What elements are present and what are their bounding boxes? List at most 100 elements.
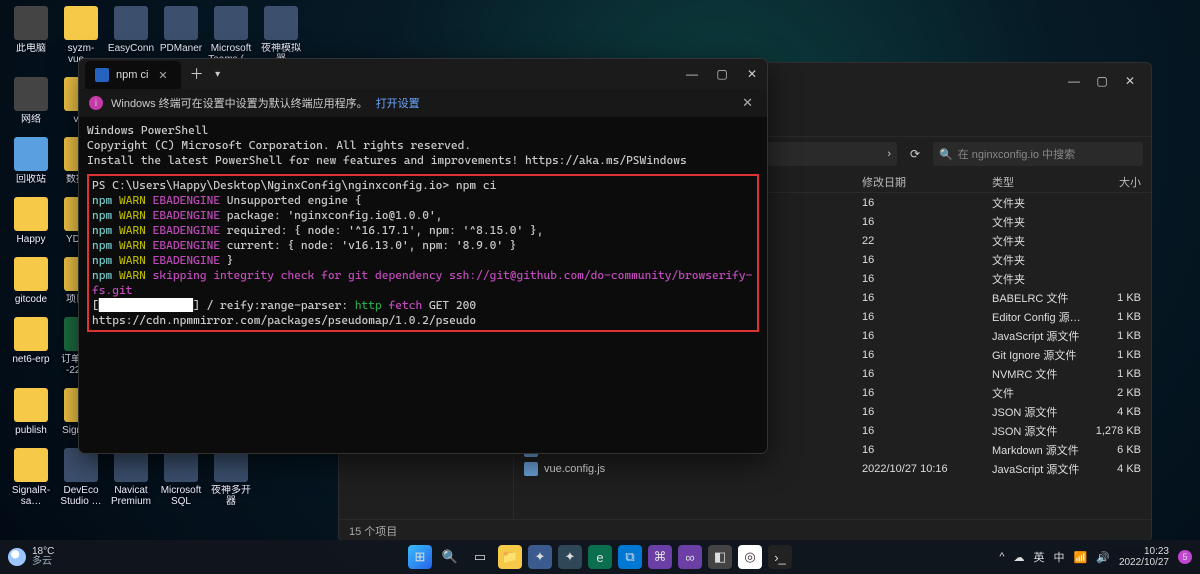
explorer-minimize-button[interactable]: —: [1061, 68, 1087, 94]
new-tab-button[interactable]: ＋: [185, 64, 209, 84]
terminal-close-button[interactable]: ✕: [737, 59, 767, 89]
desktop-icon[interactable]: Microsoft Teams (…: [207, 6, 255, 65]
bin-icon: [14, 137, 48, 171]
terminal-tab[interactable]: npm ci ✕: [85, 61, 181, 89]
folder-icon: [64, 6, 98, 40]
cell-type: Git Ignore 源文件: [992, 347, 1087, 363]
col-type[interactable]: 类型: [992, 174, 1087, 190]
cell-date: 16: [862, 330, 992, 342]
desktop-icon-label: 此电脑: [7, 43, 55, 54]
taskbar-app-4[interactable]: ◧: [708, 545, 732, 569]
desktop-icon[interactable]: Happy: [7, 197, 55, 245]
desktop-icon[interactable]: Microsoft SQL Serve…: [157, 448, 205, 507]
notification-badge[interactable]: 5: [1178, 550, 1192, 564]
cell-type: 文件夹: [992, 233, 1087, 249]
tab-dropdown-button[interactable]: ▾: [209, 69, 227, 80]
taskbar-tray[interactable]: ^ ☁ 英 中 📶 🔊 10:23 2022/10/27 5: [991, 546, 1200, 568]
col-date[interactable]: 修改日期: [862, 174, 992, 190]
taskbar-app-terminal[interactable]: ›_: [768, 545, 792, 569]
weather-icon: [8, 548, 26, 566]
cell-date: 16: [862, 406, 992, 418]
cell-type: JavaScript 源文件: [992, 328, 1087, 344]
folder-icon: [14, 448, 48, 482]
taskbar-search-button[interactable]: 🔍: [438, 545, 462, 569]
tray-cloud-icon[interactable]: ☁: [1014, 551, 1025, 564]
desktop-icon[interactable]: syzm-vue…: [57, 6, 105, 65]
taskbar-app-chrome[interactable]: ◎: [738, 545, 762, 569]
folder-icon: [14, 388, 48, 422]
tray-sound-icon[interactable]: 🔊: [1096, 551, 1110, 564]
explorer-close-button[interactable]: ✕: [1117, 68, 1143, 94]
explorer-maximize-button[interactable]: ▢: [1089, 68, 1115, 94]
desktop-icon-label: DevEco Studio …: [57, 485, 105, 507]
cell-type: Editor Config 源…: [992, 309, 1087, 325]
desktop-icon[interactable]: 夜神多开器: [207, 448, 255, 507]
taskbar-app-explorer[interactable]: 📁: [498, 545, 522, 569]
taskbar-taskview-button[interactable]: ▭: [468, 545, 492, 569]
ime-lang[interactable]: 英: [1034, 549, 1045, 565]
cell-type: JSON 源文件: [992, 423, 1087, 439]
terminal-minimize-button[interactable]: —: [677, 59, 707, 89]
cell-size: 1 KB: [1087, 349, 1141, 361]
taskbar-app-vscode[interactable]: ⧉: [618, 545, 642, 569]
cell-date: 16: [862, 387, 992, 399]
tray-wifi-icon[interactable]: 📶: [1074, 551, 1088, 564]
ime-mode[interactable]: 中: [1054, 549, 1065, 565]
app-icon: [264, 6, 298, 40]
desktop-icon[interactable]: EasyConn…: [107, 6, 155, 65]
desktop-icon[interactable]: DevEco Studio …: [57, 448, 105, 507]
terminal-titlebar[interactable]: npm ci ✕ ＋ ▾ — ▢ ✕: [79, 59, 767, 89]
desktop-icon[interactable]: 回收站: [7, 137, 55, 185]
tray-clock[interactable]: 10:23 2022/10/27: [1119, 546, 1169, 568]
app-icon: [214, 6, 248, 40]
tab-close-button[interactable]: ✕: [155, 69, 170, 82]
cell-type: 文件: [992, 385, 1087, 401]
desktop-icon[interactable]: PDManer: [157, 6, 205, 65]
cell-type: 文件夹: [992, 214, 1087, 230]
desktop-icon-label: publish: [7, 425, 55, 436]
taskbar-weather-widget[interactable]: 18°C 多云: [0, 547, 62, 567]
cell-date: 16: [862, 425, 992, 437]
pc-icon: [14, 77, 48, 111]
desktop-icon[interactable]: publish: [7, 388, 55, 436]
cell-size: 1 KB: [1087, 330, 1141, 342]
refresh-icon[interactable]: ⟳: [905, 144, 925, 164]
desktop-icon-label: Navicat Premium 15: [107, 485, 155, 507]
taskbar-pinned-apps: ⊞ 🔍 ▭ 📁 ✦ ✦ e ⧉ ⌘ ∞ ◧ ◎ ›_: [408, 545, 792, 569]
desktop-icon[interactable]: Navicat Premium 15: [107, 448, 155, 507]
taskbar[interactable]: 18°C 多云 ⊞ 🔍 ▭ 📁 ✦ ✦ e ⧉ ⌘ ∞ ◧ ◎ ›_ ^ ☁ 英…: [0, 540, 1200, 574]
terminal-notice-bar: i Windows 终端可在设置中设置为默认终端应用程序。 打开设置 ✕: [79, 89, 767, 117]
taskbar-app-vs[interactable]: ∞: [678, 545, 702, 569]
table-row[interactable]: vue.config.js2022/10/27 10:16JavaScript …: [514, 459, 1151, 478]
cell-date: 16: [862, 292, 992, 304]
search-placeholder: 在 nginxconfig.io 中搜索: [958, 146, 1075, 162]
taskbar-app-edge[interactable]: e: [588, 545, 612, 569]
explorer-search-input[interactable]: 🔍 在 nginxconfig.io 中搜索: [933, 142, 1143, 166]
windows-terminal-window[interactable]: npm ci ✕ ＋ ▾ — ▢ ✕ i Windows 终端可在设置中设置为默…: [78, 58, 768, 454]
cell-date: 16: [862, 444, 992, 456]
col-size[interactable]: 大小: [1087, 174, 1141, 190]
desktop-icon[interactable]: SignalR-sa…: [7, 448, 55, 507]
desktop-icon[interactable]: 网络: [7, 77, 55, 125]
cell-size: 1,278 KB: [1087, 425, 1141, 437]
terminal-maximize-button[interactable]: ▢: [707, 59, 737, 89]
desktop-icon-label: 网络: [7, 114, 55, 125]
cell-size: 1 KB: [1087, 311, 1141, 323]
start-button[interactable]: ⊞: [408, 545, 432, 569]
notice-close-button[interactable]: ✕: [738, 95, 757, 111]
info-icon: i: [89, 96, 103, 110]
tray-overflow-button[interactable]: ^: [999, 551, 1004, 563]
desktop-icon[interactable]: net6-erp: [7, 317, 55, 376]
open-settings-link[interactable]: 打开设置: [376, 95, 420, 111]
status-item-count: 15 个项目: [349, 523, 397, 539]
desktop-icon[interactable]: 此电脑: [7, 6, 55, 65]
cell-date: 16: [862, 254, 992, 266]
desktop-icon[interactable]: gitcode: [7, 257, 55, 305]
folder-icon: [14, 197, 48, 231]
terminal-output[interactable]: Windows PowerShellCopyright (C) Microsof…: [79, 117, 767, 453]
desktop-icon[interactable]: 夜神模拟器: [257, 6, 305, 65]
taskbar-app-1[interactable]: ✦: [528, 545, 552, 569]
taskbar-app-3[interactable]: ⌘: [648, 545, 672, 569]
cell-size: 2 KB: [1087, 387, 1141, 399]
taskbar-app-2[interactable]: ✦: [558, 545, 582, 569]
